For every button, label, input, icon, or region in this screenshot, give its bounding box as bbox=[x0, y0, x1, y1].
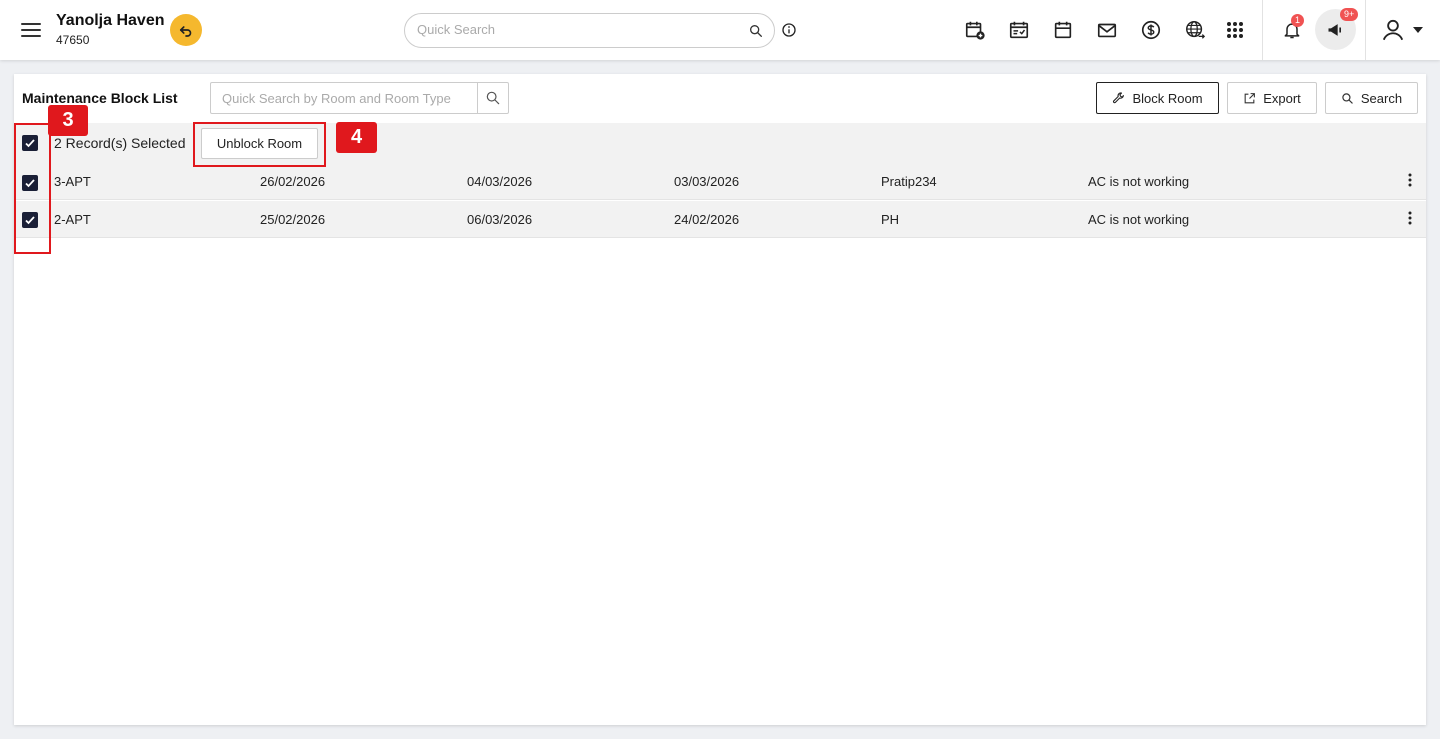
room-cell: 2-APT bbox=[54, 212, 91, 227]
apps-grid-icon[interactable] bbox=[1223, 18, 1247, 42]
from-date-cell: 26/02/2026 bbox=[260, 174, 326, 189]
room-search-input[interactable] bbox=[222, 91, 472, 106]
quick-search-input[interactable] bbox=[417, 22, 737, 37]
quick-search-field[interactable] bbox=[404, 13, 775, 48]
search-icon[interactable] bbox=[748, 23, 764, 39]
user-icon[interactable] bbox=[1379, 16, 1407, 44]
undo-icon bbox=[179, 26, 192, 37]
globe-icon[interactable] bbox=[1183, 18, 1207, 42]
created-date-cell: 03/03/2026 bbox=[674, 174, 740, 189]
selected-count-text: 2 Record(s) Selected bbox=[54, 135, 186, 151]
info-icon[interactable] bbox=[781, 22, 797, 38]
mail-icon[interactable] bbox=[1095, 18, 1119, 42]
maintenance-block-card: Maintenance Block List Block Room Export… bbox=[14, 74, 1426, 725]
room-search-field[interactable] bbox=[210, 82, 509, 114]
megaphone-icon bbox=[1328, 23, 1341, 36]
export-button[interactable]: Export bbox=[1227, 82, 1317, 114]
reason-cell: AC is not working bbox=[1088, 212, 1190, 227]
table-row[interactable]: 2-APT 25/02/2026 06/03/2026 24/02/2026 P… bbox=[14, 201, 1426, 238]
undo-button[interactable] bbox=[170, 14, 202, 46]
export-icon bbox=[1244, 92, 1256, 103]
search-label: Search bbox=[1360, 90, 1403, 106]
reason-cell: AC is not working bbox=[1088, 174, 1190, 189]
menu-icon[interactable] bbox=[19, 18, 43, 42]
to-date-cell: 06/03/2026 bbox=[467, 212, 533, 227]
room-search-button[interactable] bbox=[477, 83, 508, 113]
annotation-label-4: 4 bbox=[336, 122, 377, 153]
caret-down-icon[interactable] bbox=[1412, 24, 1424, 36]
to-date-cell: 04/03/2026 bbox=[467, 174, 533, 189]
search-icon bbox=[486, 91, 500, 105]
annotation-box-4 bbox=[193, 122, 326, 167]
notification-badge: 1 bbox=[1291, 14, 1305, 27]
annotation-box-3 bbox=[14, 123, 51, 254]
user-cell: PH bbox=[881, 212, 900, 227]
dollar-icon[interactable] bbox=[1139, 18, 1163, 42]
created-date-cell: 24/02/2026 bbox=[674, 212, 740, 227]
calendar-icon[interactable] bbox=[1051, 18, 1075, 42]
room-cell: 3-APT bbox=[54, 174, 91, 189]
top-header: Yanolja Haven 47650 1 9+ bbox=[0, 0, 1440, 60]
property-name: Yanolja Haven bbox=[56, 12, 165, 29]
table-row[interactable]: 3-APT 26/02/2026 04/03/2026 03/03/2026 P… bbox=[14, 163, 1426, 200]
annotation-label-3: 3 bbox=[48, 105, 88, 136]
row-menu-icon[interactable] bbox=[1402, 209, 1418, 227]
block-room-button[interactable]: Block Room bbox=[1096, 82, 1219, 114]
announcement-badge: 9+ bbox=[1340, 8, 1359, 21]
row-menu-icon[interactable] bbox=[1402, 171, 1418, 189]
search-button[interactable]: Search bbox=[1325, 82, 1418, 114]
header-divider bbox=[1262, 0, 1263, 60]
header-divider bbox=[1365, 0, 1366, 60]
from-date-cell: 25/02/2026 bbox=[260, 212, 326, 227]
calendar-add-icon[interactable] bbox=[963, 18, 987, 42]
block-room-label: Block Room bbox=[1132, 90, 1203, 106]
export-label: Export bbox=[1263, 90, 1301, 106]
wrench-icon bbox=[1113, 91, 1125, 103]
calendar-check-icon[interactable] bbox=[1007, 18, 1031, 42]
search-icon bbox=[1342, 92, 1353, 104]
property-code: 47650 bbox=[56, 33, 90, 47]
page-title: Maintenance Block List bbox=[22, 90, 178, 106]
user-cell: Pratip234 bbox=[881, 174, 937, 189]
